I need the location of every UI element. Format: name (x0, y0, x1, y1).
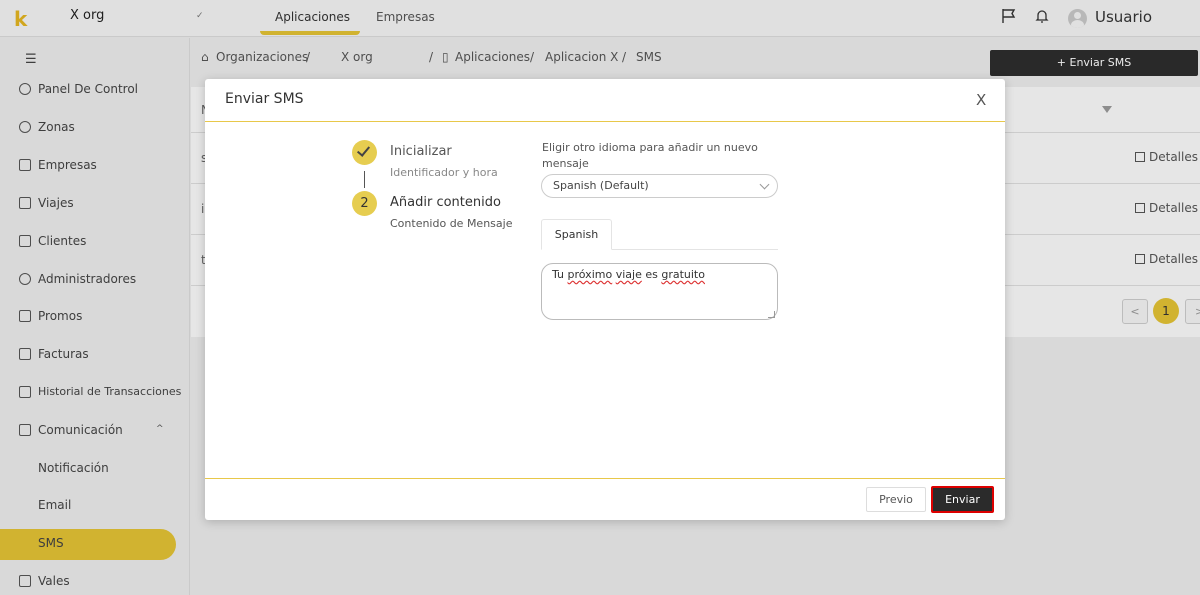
message-word: viaje (615, 268, 642, 281)
step-1-check-icon (352, 140, 377, 165)
step-2-title: Añadir contenido (390, 195, 501, 210)
enviar-button[interactable]: Enviar (931, 486, 994, 513)
check-icon (356, 143, 371, 157)
step-2-subtitle: Contenido de Mensaje (390, 217, 513, 230)
language-label: Eligir otro idioma para añadir un nuevo … (542, 141, 758, 170)
message-word: es (641, 268, 662, 281)
modal-divider (205, 121, 1005, 122)
tab-spanish[interactable]: Spanish (541, 219, 612, 250)
message-textarea[interactable]: Tu próximo viaje es gratuito (541, 263, 778, 320)
language-select-value: Spanish (Default) (553, 179, 649, 192)
modal-divider (205, 478, 1005, 479)
resize-handle-icon[interactable] (768, 311, 775, 318)
previo-button[interactable]: Previo (866, 487, 926, 512)
message-word: gratuito (661, 268, 705, 281)
modal-title: Enviar SMS (225, 91, 304, 107)
step-2-number: 2 (352, 191, 377, 216)
step-1-subtitle: Identificador y hora (390, 166, 498, 179)
step-connector (364, 171, 365, 188)
message-word: próximo (567, 268, 613, 281)
chevron-down-icon (759, 179, 770, 190)
send-sms-modal: Enviar SMS X Inicializar Identificador y… (205, 79, 1005, 520)
language-select[interactable]: Spanish (Default) (541, 174, 778, 198)
close-button[interactable]: X (976, 91, 986, 109)
step-1-title: Inicializar (390, 144, 452, 159)
message-word: Tu (552, 268, 568, 281)
